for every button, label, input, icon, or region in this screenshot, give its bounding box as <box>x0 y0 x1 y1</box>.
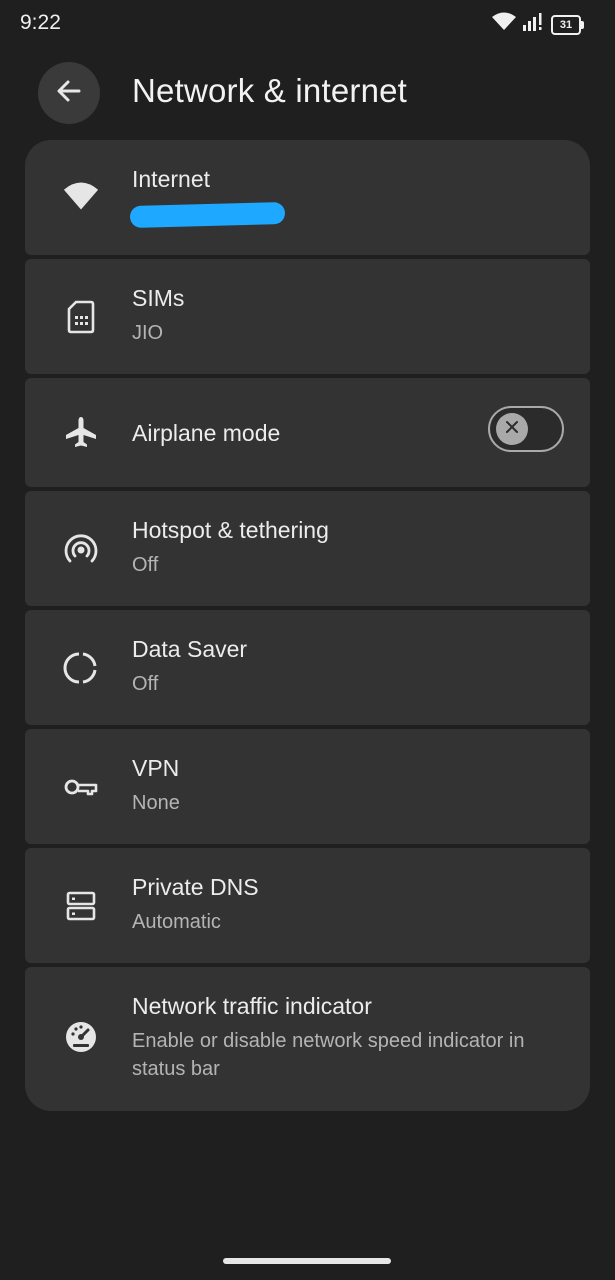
network-traffic-label: Network traffic indicator <box>132 993 372 1019</box>
signal-icon <box>523 12 545 37</box>
system-icons: 31 <box>491 12 584 37</box>
dns-icon <box>63 888 99 924</box>
hotspot-label: Hotspot & tethering <box>132 517 329 543</box>
arrow-left-icon <box>55 77 83 110</box>
sims-subtitle: JIO <box>132 322 164 344</box>
airplane-mode-toggle[interactable] <box>488 406 564 452</box>
page-title: Network & internet <box>132 72 408 109</box>
wifi-icon <box>491 12 517 37</box>
redaction-mark <box>129 201 286 229</box>
settings-item-airplane-mode[interactable]: Airplane mode <box>25 378 590 487</box>
vpn-subtitle: None <box>132 792 180 814</box>
private-dns-label: Private DNS <box>132 874 259 900</box>
gesture-nav-handle[interactable] <box>223 1258 391 1264</box>
settings-item-data-saver[interactable]: Data Saver Off <box>25 610 590 725</box>
network-traffic-subtitle: Enable or disable network speed indicato… <box>132 1030 525 1080</box>
settings-item-network-traffic-indicator[interactable]: Network traffic indicator Enable or disa… <box>25 967 590 1111</box>
vpn-key-icon <box>63 769 99 805</box>
battery-icon: 31 <box>551 14 584 35</box>
airplane-mode-label: Airplane mode <box>132 420 281 446</box>
settings-item-internet[interactable]: Internet <box>25 140 590 255</box>
status-bar: 9:22 31 <box>0 0 615 48</box>
sims-label: SIMs <box>132 285 185 311</box>
settings-item-hotspot-tethering[interactable]: Hotspot & tethering Off <box>25 491 590 606</box>
sim-card-icon <box>63 299 99 335</box>
data-saver-icon <box>63 650 99 686</box>
settings-item-sims[interactable]: SIMs JIO <box>25 259 590 374</box>
hotspot-icon <box>63 531 99 567</box>
speedometer-icon <box>63 1019 99 1055</box>
close-icon <box>504 419 520 440</box>
settings-item-private-dns[interactable]: Private DNS Automatic <box>25 848 590 963</box>
settings-item-vpn[interactable]: VPN None <box>25 729 590 844</box>
vpn-label: VPN <box>132 755 180 781</box>
private-dns-subtitle: Automatic <box>132 911 221 933</box>
wifi-icon <box>63 178 99 214</box>
hotspot-subtitle: Off <box>132 554 159 576</box>
back-button[interactable] <box>38 62 100 124</box>
status-time: 9:22 <box>20 11 61 34</box>
data-saver-label: Data Saver <box>132 636 248 662</box>
airplane-icon <box>63 414 99 450</box>
internet-label: Internet <box>132 166 210 192</box>
toggle-knob <box>496 413 528 445</box>
data-saver-subtitle: Off <box>132 673 159 695</box>
